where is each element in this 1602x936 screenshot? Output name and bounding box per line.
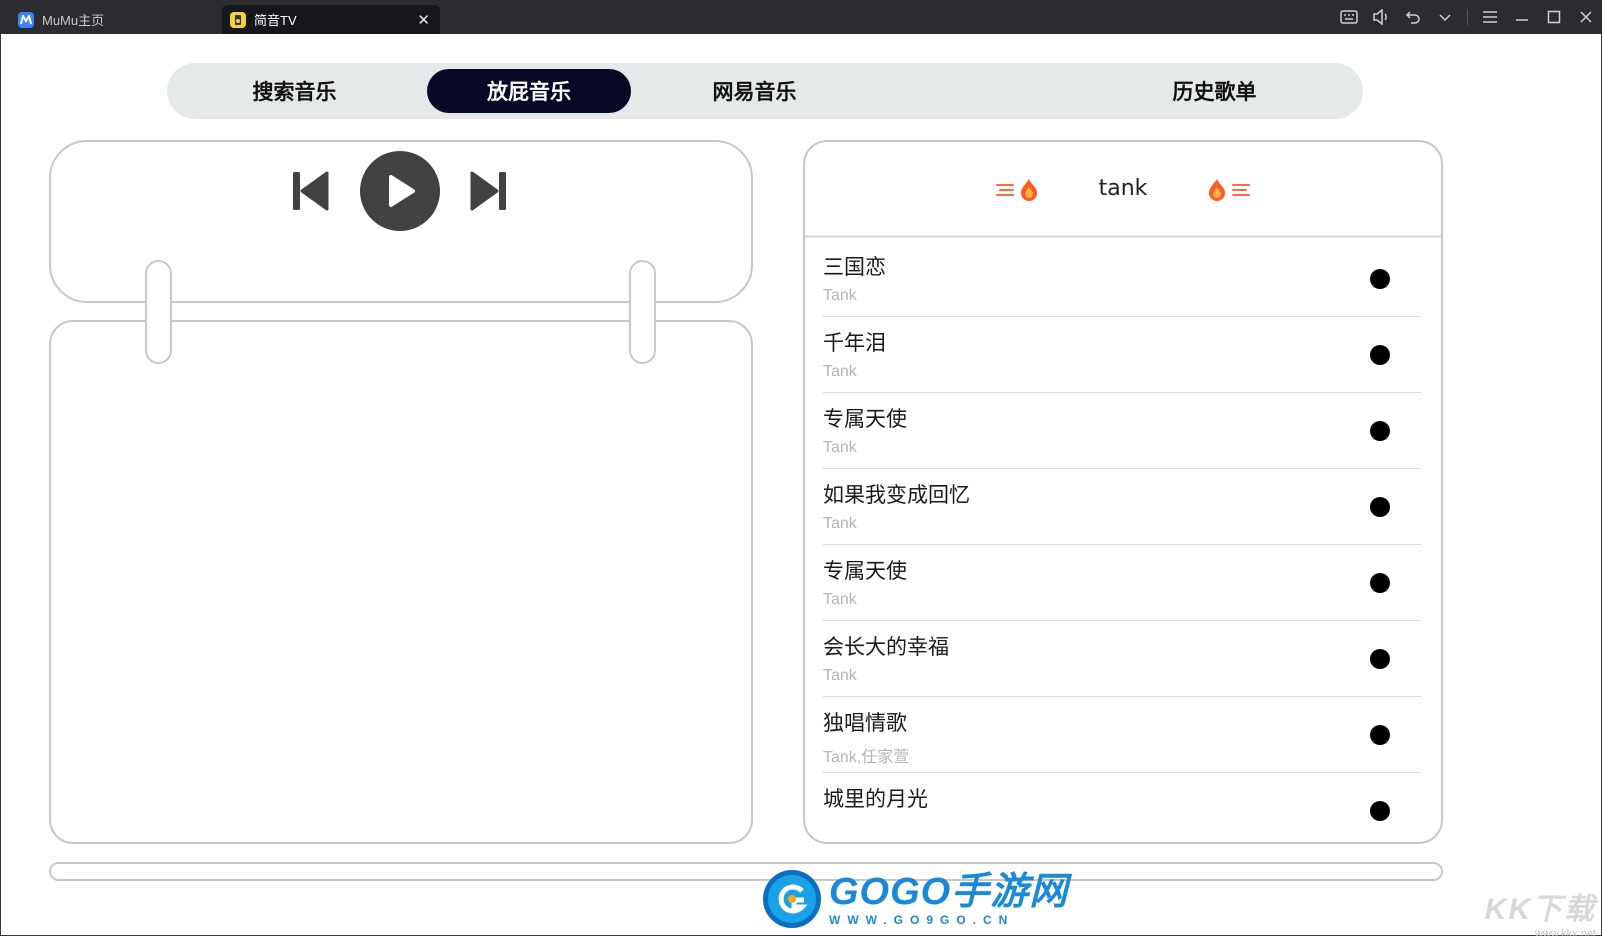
tab-label: MuMu主页 <box>42 13 105 28</box>
song-action-dot-icon[interactable] <box>1370 725 1390 745</box>
song-action-dot-icon[interactable] <box>1370 345 1390 365</box>
song-title: 专属天使 <box>823 408 907 431</box>
song-action-dot-icon[interactable] <box>1370 497 1390 517</box>
song-title: 会长大的幸福 <box>823 636 949 659</box>
song-artist: Tank,任家萱 <box>823 749 910 766</box>
album-display-card <box>49 320 753 844</box>
song-artist: Tank <box>823 667 857 684</box>
song-title: 千年泪 <box>823 332 886 355</box>
flame-right-icon <box>1203 176 1251 202</box>
divider <box>1467 9 1468 25</box>
playback-progress-bar[interactable] <box>49 862 1443 881</box>
top-nav: 搜索音乐 放屁音乐 网易音乐 历史歌单 <box>167 63 1363 119</box>
playlist-card: tank 三国恋 Tank 千年泪 Tank 专属天使 Tank 如果我变成回忆 Tank 专属… <box>803 140 1443 844</box>
card-connector-right <box>629 260 656 364</box>
song-title: 城里的月光 <box>823 788 928 811</box>
undo-icon[interactable] <box>1397 0 1429 34</box>
minimize-icon[interactable] <box>1506 0 1538 34</box>
song-title: 三国恋 <box>823 256 886 279</box>
song-list: 三国恋 Tank 千年泪 Tank 专属天使 Tank 如果我变成回忆 Tank 专属天使 Tan… <box>823 241 1421 842</box>
maximize-icon[interactable] <box>1538 0 1570 34</box>
tab-fangpi-music[interactable]: 放屁音乐 <box>427 69 631 113</box>
song-row[interactable]: 城里的月光 <box>823 773 1421 842</box>
song-artist: Tank <box>823 439 857 456</box>
kk-watermark-title: KK下载 <box>1484 893 1596 926</box>
song-row[interactable]: 专属天使 Tank <box>823 393 1421 469</box>
keyboard-icon[interactable] <box>1333 0 1365 34</box>
kk-watermark: KK下载 www.kkx.net <box>1485 884 1596 936</box>
tab-mumu-home[interactable]: MuMu主页 <box>10 5 220 34</box>
window-controls <box>1333 0 1602 34</box>
gogo-watermark-title: GOGO手游网 <box>829 871 1069 913</box>
next-track-button[interactable] <box>470 170 508 212</box>
song-row[interactable]: 三国恋 Tank <box>823 241 1421 317</box>
song-title: 专属天使 <box>823 560 907 583</box>
tab-jianyin-tv[interactable]: 简音TV ✕ <box>222 5 440 34</box>
song-row[interactable]: 如果我变成回忆 Tank <box>823 469 1421 545</box>
app-logo-icon <box>230 11 246 28</box>
song-artist: Tank <box>823 287 857 304</box>
song-row[interactable]: 独唱情歌 Tank,任家萱 <box>823 697 1421 773</box>
song-row[interactable]: 会长大的幸福 Tank <box>823 621 1421 697</box>
playlist-title: tank <box>1098 176 1148 201</box>
gogo-watermark-url: WWW.GO9GO.CN <box>829 913 1015 927</box>
song-action-dot-icon[interactable] <box>1370 269 1390 289</box>
song-title: 独唱情歌 <box>823 712 907 735</box>
playlist-header: tank <box>805 142 1441 238</box>
skip-next-icon <box>470 171 506 211</box>
flame-left-icon <box>995 176 1043 202</box>
tab-netease-music[interactable]: 网易音乐 <box>667 69 842 113</box>
chevron-down-icon[interactable] <box>1429 0 1461 34</box>
song-action-dot-icon[interactable] <box>1370 801 1390 821</box>
song-action-dot-icon[interactable] <box>1370 421 1390 441</box>
song-list-viewport[interactable]: 三国恋 Tank 千年泪 Tank 专属天使 Tank 如果我变成回忆 Tank 专属天使 Tan… <box>805 241 1441 842</box>
song-artist: Tank <box>823 363 857 380</box>
mumu-logo-icon <box>18 11 34 28</box>
close-tab-icon[interactable]: ✕ <box>417 11 430 29</box>
tab-label: 简音TV <box>254 13 297 28</box>
card-connector-left <box>145 260 172 364</box>
skip-previous-icon <box>293 171 329 211</box>
play-button[interactable] <box>360 151 440 231</box>
song-action-dot-icon[interactable] <box>1370 649 1390 669</box>
tab-search-music[interactable]: 搜索音乐 <box>207 69 382 113</box>
gogo-watermark: GOGO手游网 WWW.GO9GO.CN <box>763 868 1068 930</box>
kk-watermark-url: www.kkx.net <box>1534 928 1596 936</box>
title-bar: MuMu主页 简音TV ✕ <box>0 0 1602 34</box>
volume-icon[interactable] <box>1365 0 1397 34</box>
song-action-dot-icon[interactable] <box>1370 573 1390 593</box>
gogo-logo-icon <box>763 870 821 928</box>
play-icon <box>389 175 415 207</box>
tab-history-playlist[interactable]: 历史歌单 <box>1127 69 1302 113</box>
close-icon[interactable] <box>1570 0 1602 34</box>
song-artist: Tank <box>823 515 857 532</box>
song-title: 如果我变成回忆 <box>823 484 970 507</box>
song-row[interactable]: 千年泪 Tank <box>823 317 1421 393</box>
song-row[interactable]: 专属天使 Tank <box>823 545 1421 621</box>
menu-icon[interactable] <box>1474 0 1506 34</box>
song-artist: Tank <box>823 591 857 608</box>
previous-track-button[interactable] <box>291 170 329 212</box>
